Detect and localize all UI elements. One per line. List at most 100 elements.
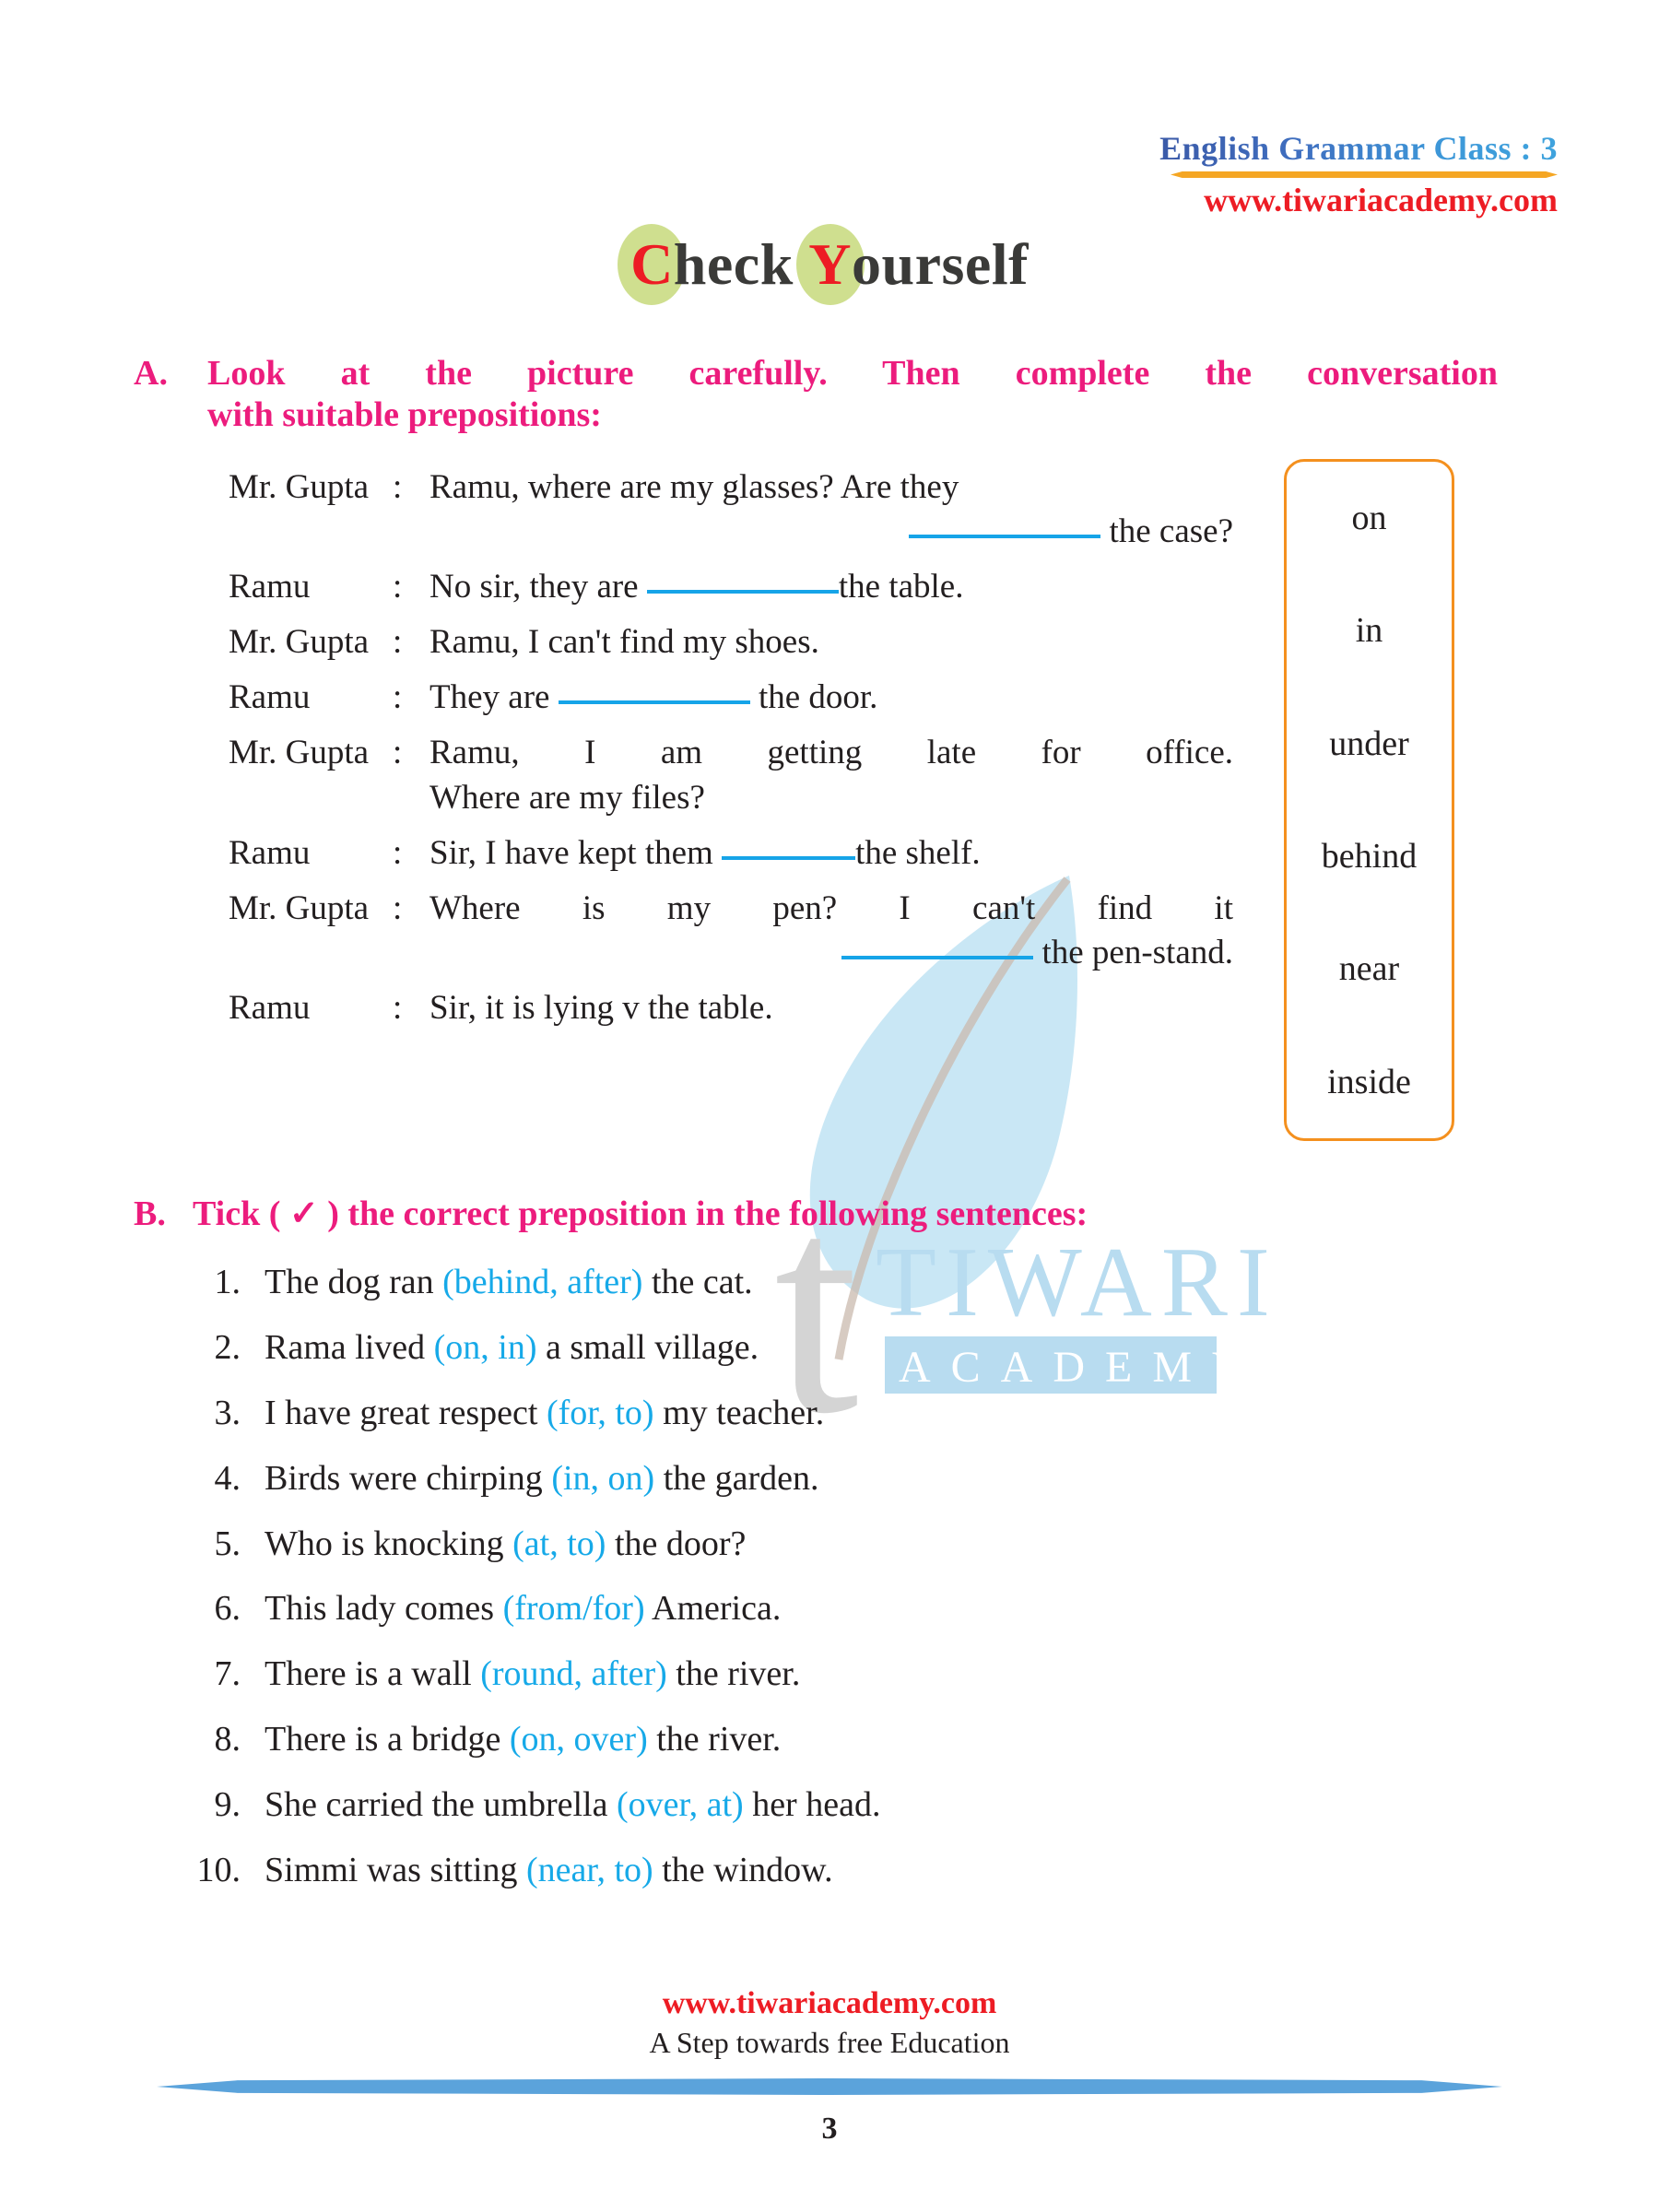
header-course-title: English Grammar Class : 3 [1159,130,1558,167]
dialogue-colon: : [393,568,403,606]
dialogue-colon: : [393,734,403,772]
dialogue-line: Mr. Gupta : Ramu, where are my glasses? … [229,465,1233,554]
question-post: the river. [666,1654,801,1694]
word-box-item-behind[interactable]: behind [1322,836,1417,877]
dialogue-line1: Where is my pen? I can't find it [429,888,1233,927]
question-row: 8. There is a bridge (on, over) the rive… [180,1718,1488,1762]
dialogue-line1-pre: No sir, they are [429,568,639,606]
section-a-heading-line1: Look at the picture carefully. Then comp… [207,354,1498,393]
question-text: The dog ran (behind, after) the cat. [265,1261,1488,1305]
blank-field[interactable] [646,590,839,594]
question-options[interactable]: (round, after) [480,1654,667,1693]
question-options[interactable]: (over, at) [617,1785,744,1824]
header-website-link[interactable]: www.tiwariacademy.com [1159,181,1558,219]
question-number: 3. [214,1393,241,1432]
page-title: Check Yourself [630,230,1029,299]
dialogue-line2: the pen-stand. [429,931,1233,975]
word-box-item-inside[interactable]: inside [1327,1062,1411,1102]
question-text: Who is knocking (at, to) the door? [265,1523,1488,1567]
question-options[interactable]: (on, in) [434,1328,537,1367]
question-options[interactable]: (near, to) [526,1851,653,1889]
question-number: 2. [214,1327,241,1367]
question-post: her head. [743,1785,881,1824]
dialogue-text: Ramu, where are my glasses? Are they the… [429,465,1233,554]
dialogue-text: Ramu, I can't find my shoes. [429,623,819,662]
section-b-heading: B. Tick ( ✓ ) the correct preposition in… [134,1194,1544,1235]
question-options[interactable]: (for, to) [547,1394,654,1432]
dialogue-line2: Where are my files? [429,778,705,817]
page-header: English Grammar Class : 3 www.tiwariacad… [1159,129,1558,219]
question-post: the door? [606,1524,747,1563]
question-number: 7. [214,1654,241,1694]
page-title-wrap: Check Yourself [0,230,1659,299]
header-orange-rule [1171,171,1558,178]
word-box-item-under[interactable]: under [1329,724,1409,764]
question-pre: I have great respect [265,1393,547,1432]
question-row: 5. Who is knocking (at, to) the door? [180,1523,1488,1567]
question-post: the cat. [642,1263,753,1301]
question-number: 4. [214,1458,241,1498]
question-options[interactable]: (at, to) [512,1524,606,1563]
blank-field[interactable] [909,535,1101,539]
dialogue-speaker: Mr. Gupta [229,734,370,772]
question-pre: There is a wall [265,1654,481,1694]
question-list: 1. The dog ran (behind, after) the cat. … [180,1261,1488,1914]
blank-field[interactable] [841,955,1034,959]
question-options[interactable]: (in, on) [551,1459,654,1498]
dialogue-line: Ramu : Sir, it is lying v the table. [229,986,1233,1030]
dialogue-line: Mr. Gupta : Ramu, I can't find my shoes. [229,620,1233,665]
dialogue-speaker: Mr. Gupta [229,468,370,506]
page-number: 3 [821,2112,838,2146]
dialogue-line1-pre: Sir, I have kept them [429,833,713,872]
page-root: t TIWARI ACADEMY English Grammar Class :… [0,0,1659,2212]
section-b-letter: B. [134,1194,166,1233]
page-footer: www.tiwariacademy.com A Step towards fre… [0,1986,1659,2147]
dialogue-speaker: Ramu [229,833,311,872]
dialogue-line2: the case? [429,510,1233,554]
dialogue-text: Sir, it is lying v the table. [429,988,773,1027]
word-box-item-on[interactable]: on [1352,498,1387,538]
question-pre: Simmi was sitting [265,1850,526,1889]
dialogue-line1: Ramu, I am getting late for office. [429,734,1233,772]
dialogue-line: Mr. Gupta : Where is my pen? I can't fin… [229,887,1233,975]
question-row: 9. She carried the umbrella (over, at) h… [180,1783,1488,1828]
blank-field[interactable] [722,855,856,860]
question-row: 10. Simmi was sitting (near, to) the win… [180,1849,1488,1893]
dialogue-speaker: Ramu [229,568,311,606]
section-b: B. Tick ( ✓ ) the correct preposition in… [134,1194,1544,1235]
dialogue-line1-post: the shelf. [855,833,981,872]
question-text: Rama lived (on, in) a small village. [265,1326,1488,1371]
section-a-letter: A. [134,354,168,393]
question-text: I have great respect (for, to) my teache… [265,1392,1488,1436]
dialogue-list: Mr. Gupta : Ramu, where are my glasses? … [229,465,1233,1041]
dialogue-line: Mr. Gupta : Ramu, I am getting late for … [229,731,1233,819]
dialogue-line1-post: the door. [758,678,878,717]
question-row: 1. The dog ran (behind, after) the cat. [180,1261,1488,1305]
question-options[interactable]: (on, over) [510,1720,648,1759]
dialogue-speaker: Mr. Gupta [229,623,370,662]
question-post: America. [644,1589,782,1629]
title-yourself-rest: ourself [852,231,1029,297]
dialogue-line1-pre: They are [429,678,550,717]
word-box-item-in[interactable]: in [1356,610,1383,651]
footer-website-link[interactable]: www.tiwariacademy.com [0,1986,1659,2021]
question-post: the window. [653,1850,833,1889]
question-row: 3. I have great respect (for, to) my tea… [180,1392,1488,1436]
section-b-heading-text: Tick ( ✓ ) the correct preposition in th… [193,1194,1088,1233]
question-options[interactable]: (from/for) [503,1589,645,1628]
question-number: 9. [214,1785,241,1824]
word-box-item-near[interactable]: near [1339,948,1399,989]
question-text: This lady comes (from/for) America. [265,1587,1488,1631]
question-post: a small village. [536,1327,759,1367]
dialogue-line1: Ramu, where are my glasses? Are they [429,468,959,506]
question-pre: Who is knocking [265,1524,513,1563]
question-pre: Birds were chirping [265,1458,552,1498]
blank-field[interactable] [558,700,750,705]
question-number: 1. [214,1263,241,1301]
question-pre: This lady comes [265,1589,503,1629]
question-number: 5. [214,1524,241,1563]
question-pre: There is a bridge [265,1720,510,1759]
question-text: There is a wall (round, after) the river… [265,1653,1488,1697]
dialogue-line2-post: the case? [1109,512,1233,551]
question-options[interactable]: (behind, after) [442,1263,642,1301]
